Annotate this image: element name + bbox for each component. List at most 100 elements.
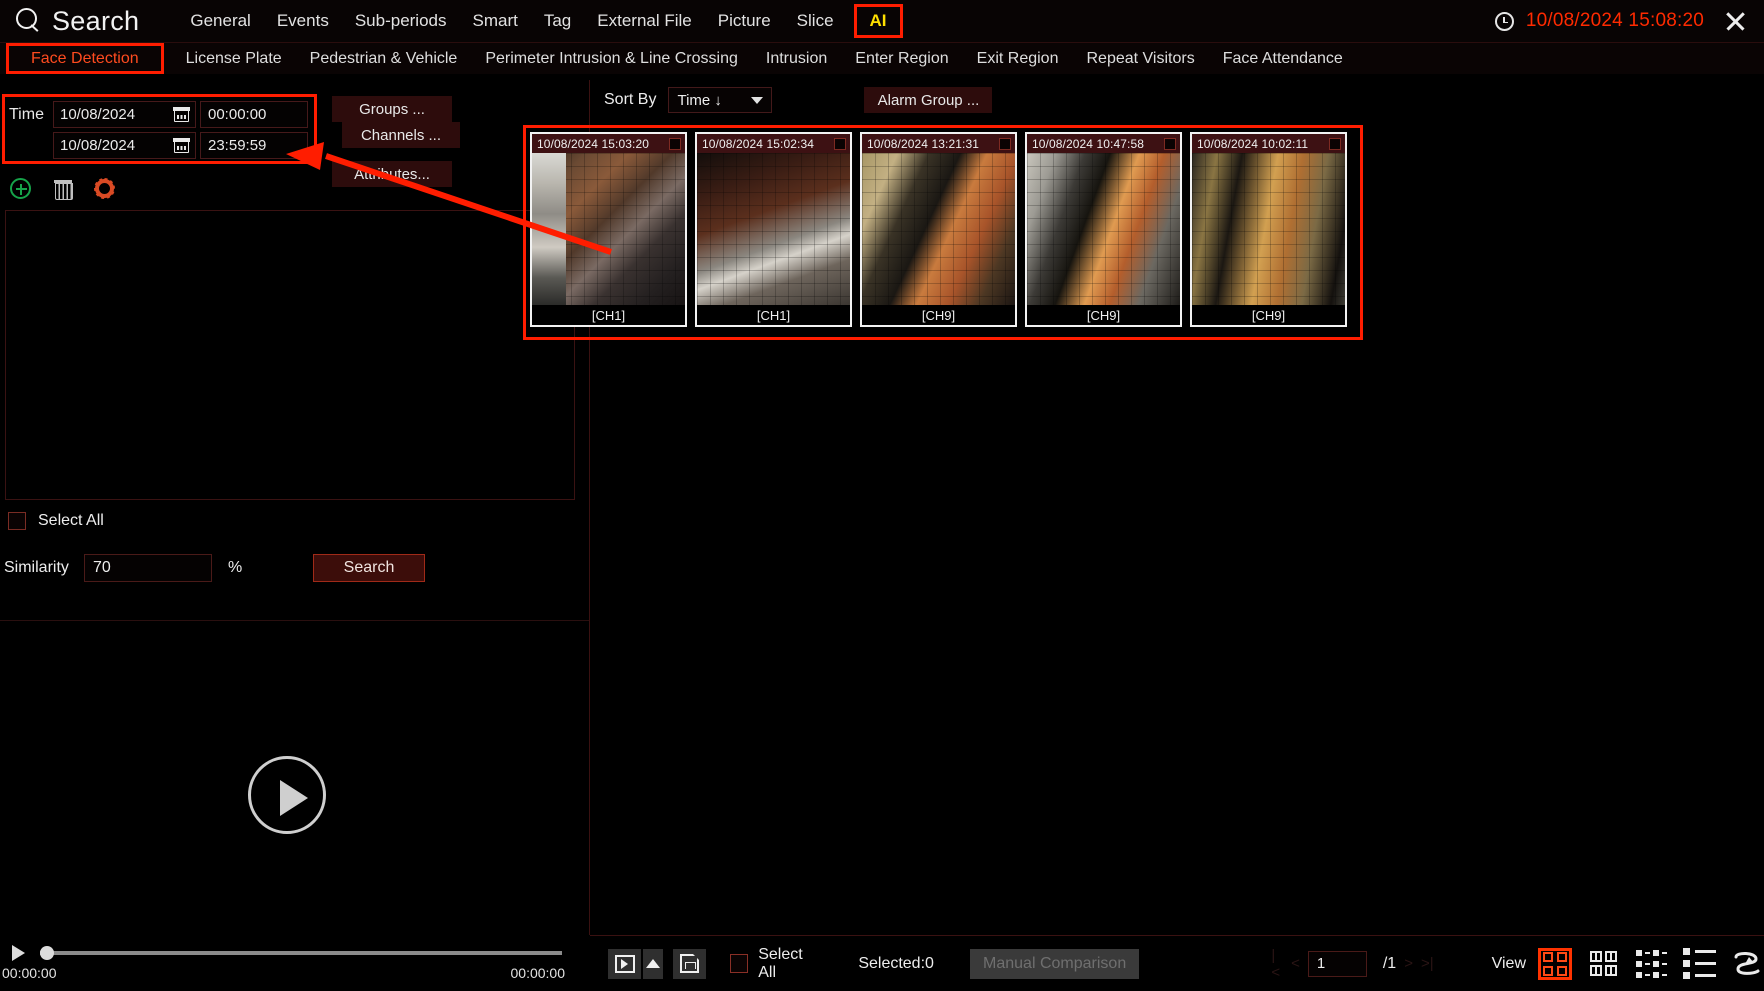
left-select-all-row: Select All <box>8 512 104 530</box>
time-label: Time <box>9 105 44 123</box>
result-thumbnail-grid: 10/08/2024 15:03:20 [CH1] 10/08/2024 15:… <box>530 132 1347 327</box>
result-channel: [CH9] <box>1027 305 1180 325</box>
face-detection-highlight: Face Detection <box>6 43 164 74</box>
tab-tag[interactable]: Tag <box>531 7 584 35</box>
playback-progress-handle[interactable] <box>40 946 54 960</box>
selected-count-label: Selected:0 <box>858 954 934 972</box>
subtab-perimeter-intrusion-line-crossing[interactable]: Perimeter Intrusion & Line Crossing <box>471 48 752 70</box>
sort-by-select[interactable]: Time ↓ <box>668 87 773 113</box>
calendar-icon[interactable] <box>173 137 190 153</box>
subtab-exit-region[interactable]: Exit Region <box>963 48 1073 70</box>
last-page-icon[interactable]: >| <box>1421 955 1434 972</box>
result-checkbox[interactable] <box>1164 137 1176 150</box>
start-time-input[interactable]: 00:00:00 <box>200 101 308 128</box>
subtab-pedestrian-vehicle[interactable]: Pedestrian & Vehicle <box>296 48 472 70</box>
view-grid-8-icon[interactable] <box>1586 948 1620 980</box>
result-timestamp: 10/08/2024 10:47:58 <box>1032 136 1145 151</box>
tab-slice[interactable]: Slice <box>784 7 847 35</box>
subtab-enter-region[interactable]: Enter Region <box>841 48 962 70</box>
result-checkbox[interactable] <box>999 137 1011 150</box>
left-select-all-checkbox[interactable] <box>8 512 26 530</box>
end-date-input[interactable]: 10/08/2024 <box>53 132 196 159</box>
save-backup-icon[interactable] <box>672 948 706 979</box>
view-mode-group <box>1538 947 1764 980</box>
playback-progress-track[interactable] <box>40 951 562 955</box>
groups-button[interactable]: Groups ... <box>332 96 452 122</box>
annotation-arrow <box>286 142 612 255</box>
delete-icon[interactable] <box>54 179 73 200</box>
tab-events[interactable]: Events <box>264 7 342 35</box>
time-range-highlight: Time 10/08/2024 00:00:00 10/08/2024 23:5… <box>2 94 317 164</box>
playback-play-icon[interactable] <box>12 945 25 961</box>
results-select-all-label: Select All <box>758 945 803 981</box>
result-timestamp: 10/08/2024 13:21:31 <box>867 136 980 151</box>
preview-play-icon[interactable] <box>248 756 326 834</box>
result-checkbox[interactable] <box>1329 137 1341 150</box>
similarity-input[interactable]: 70 <box>84 554 212 582</box>
add-icon[interactable] <box>10 178 31 199</box>
app-brand: Search <box>14 6 139 37</box>
tab-ai[interactable]: AI <box>862 9 895 33</box>
left-select-all-label: Select All <box>38 512 104 529</box>
results-panel: Sort By Time ↓ Alarm Group ... 10/08/202… <box>523 80 1764 935</box>
results-bottom-bar: Select All Selected:0 Manual Comparison … <box>590 935 1764 991</box>
tab-picture[interactable]: Picture <box>705 7 784 35</box>
result-channel: [CH1] <box>532 305 685 325</box>
time-start-row: Time 10/08/2024 00:00:00 <box>9 99 310 130</box>
settings-gear-icon[interactable] <box>94 178 115 199</box>
result-checkbox[interactable] <box>669 137 681 150</box>
subtab-license-plate[interactable]: License Plate <box>172 48 296 70</box>
similarity-row: Similarity 70 % <box>4 554 242 582</box>
view-label: View <box>1491 954 1526 972</box>
sort-bar: Sort By Time ↓ Alarm Group ... <box>590 80 1764 120</box>
result-card[interactable]: 10/08/2024 13:21:31 [CH9] <box>860 132 1017 327</box>
result-card[interactable]: 10/08/2024 15:02:34 [CH1] <box>695 132 852 327</box>
result-face-image <box>697 153 850 305</box>
chevron-up-icon[interactable] <box>643 948 663 979</box>
top-tab-list: General Events Sub-periods Smart Tag Ext… <box>177 4 903 38</box>
end-time-value: 23:59:59 <box>208 137 267 154</box>
page-total-label: /1 <box>1382 954 1397 972</box>
calendar-icon[interactable] <box>173 106 190 122</box>
next-page-icon[interactable]: > <box>1404 955 1413 972</box>
result-timestamp: 10/08/2024 10:02:11 <box>1197 136 1309 151</box>
subtab-face-attendance[interactable]: Face Attendance <box>1209 48 1357 70</box>
prev-page-icon[interactable]: < <box>1291 955 1300 972</box>
alarm-group-button[interactable]: Alarm Group ... <box>864 87 993 113</box>
view-track-icon[interactable] <box>1730 948 1764 980</box>
top-bar: Search General Events Sub-periods Smart … <box>0 0 1764 42</box>
tab-sub-periods[interactable]: Sub-periods <box>342 7 460 35</box>
start-date-input[interactable]: 10/08/2024 <box>53 101 196 128</box>
tab-general[interactable]: General <box>177 7 263 35</box>
view-list-icon[interactable] <box>1682 948 1716 980</box>
playback-icon[interactable] <box>608 948 642 979</box>
tab-external-file[interactable]: External File <box>584 7 704 35</box>
page-title: Search <box>52 5 140 36</box>
manual-comparison-button[interactable]: Manual Comparison <box>969 948 1140 979</box>
search-button[interactable]: Search <box>313 554 425 582</box>
result-card[interactable]: 10/08/2024 10:47:58 [CH9] <box>1025 132 1182 327</box>
tab-smart[interactable]: Smart <box>460 7 531 35</box>
result-timestamp: 10/08/2024 15:02:34 <box>702 136 815 151</box>
search-window: Search General Events Sub-periods Smart … <box>0 0 1764 991</box>
subtab-face-detection[interactable]: Face Detection <box>17 48 153 70</box>
result-channel: [CH9] <box>1192 305 1345 325</box>
page-number-input[interactable]: 1 <box>1307 950 1367 977</box>
first-page-icon[interactable]: |< <box>1271 947 1283 981</box>
result-checkbox[interactable] <box>834 137 846 150</box>
playback-start-time: 00:00:00 <box>2 965 57 981</box>
subtab-repeat-visitors[interactable]: Repeat Visitors <box>1072 48 1208 70</box>
end-date-value: 10/08/2024 <box>60 137 136 154</box>
result-card-header: 10/08/2024 10:47:58 <box>1027 134 1180 153</box>
chevron-down-icon <box>751 96 764 104</box>
playback-control-bar: 00:00:00 00:00:00 <box>0 935 589 991</box>
result-card[interactable]: 10/08/2024 10:02:11 [CH9] <box>1190 132 1347 327</box>
close-icon[interactable] <box>1722 8 1748 34</box>
result-face-image <box>862 153 1015 305</box>
sub-tab-bar: Face Detection License Plate Pedestrian … <box>0 42 1764 74</box>
view-detail-dots-icon[interactable] <box>1634 948 1668 980</box>
view-grid-4-icon[interactable] <box>1538 947 1572 980</box>
pagination: |< < 1 /1 > >| <box>1271 947 1433 981</box>
results-select-all-checkbox[interactable] <box>729 954 749 973</box>
subtab-intrusion[interactable]: Intrusion <box>752 48 841 70</box>
